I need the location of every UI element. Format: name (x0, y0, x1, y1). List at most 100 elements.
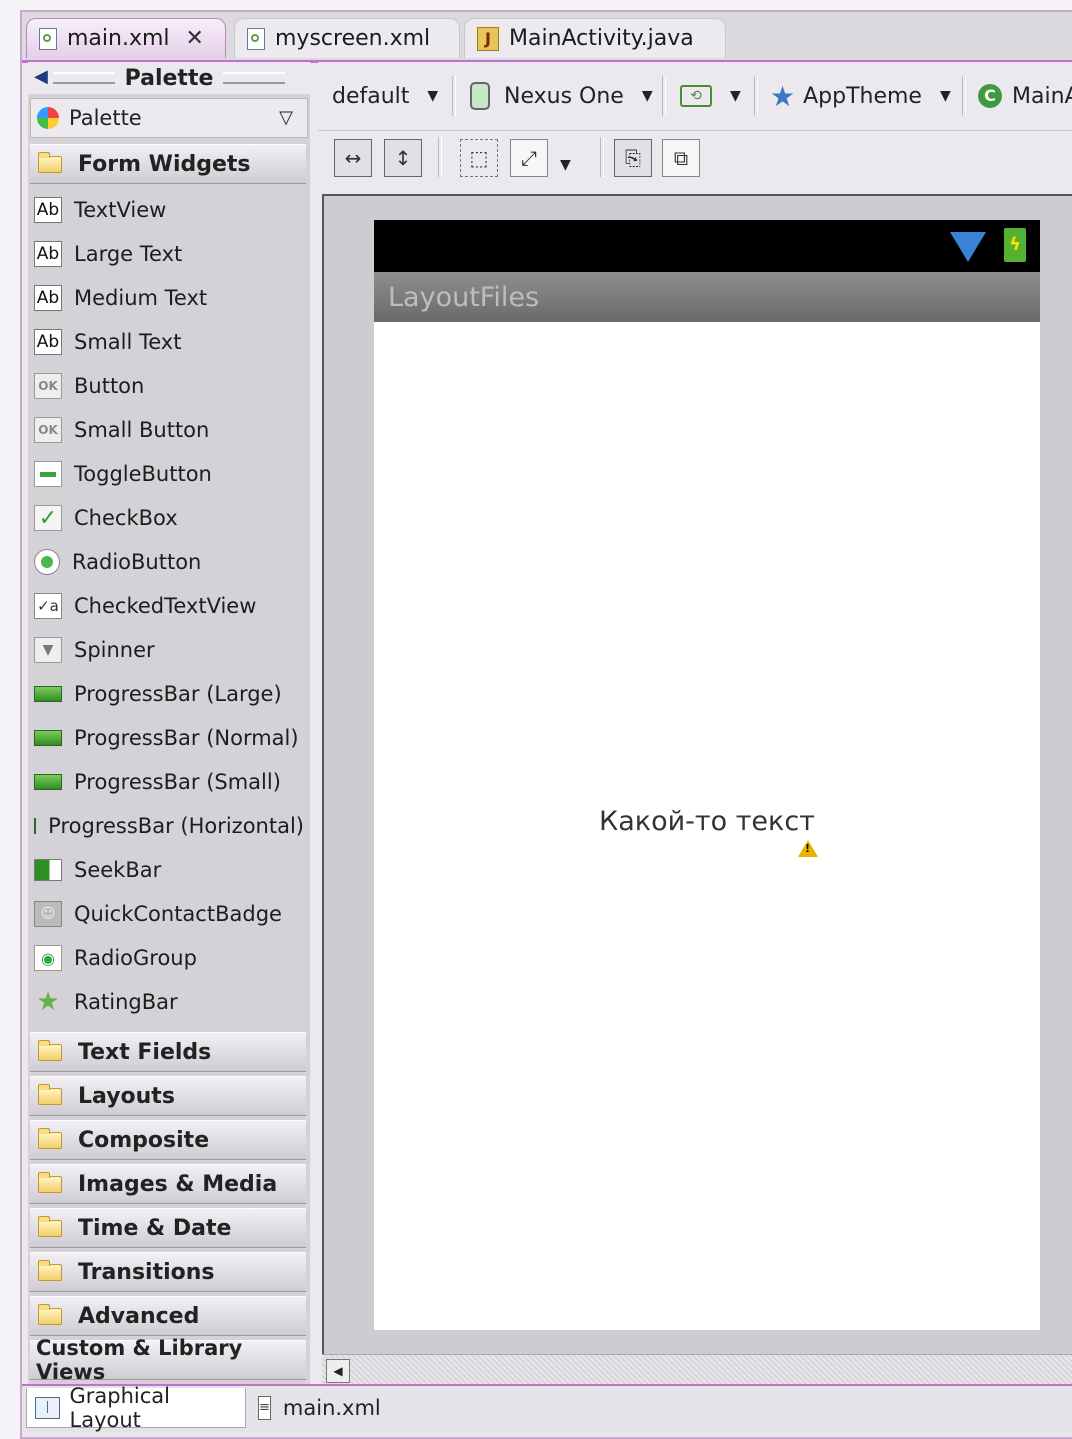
textview-content[interactable]: Какой-то текст (374, 806, 1040, 837)
widget-label: Spinner (74, 638, 155, 662)
category-form-widgets[interactable]: Form Widgets (30, 144, 306, 184)
category-layouts[interactable]: Layouts (30, 1076, 306, 1116)
spinner-icon: ▼ (34, 637, 62, 663)
vertical-arrows-icon: ↕ (394, 146, 412, 170)
close-icon[interactable]: ✕ (186, 26, 204, 51)
activity-icon: C (978, 84, 1002, 108)
widget-ratingbar[interactable]: ★ RatingBar (34, 982, 177, 1022)
layout-mode-button[interactable]: ⎘ (614, 139, 652, 177)
widget-label: Medium Text (74, 286, 208, 310)
widget-togglebutton[interactable]: ToggleButton (34, 454, 212, 494)
widget-spinner[interactable]: ▼ Spinner (34, 630, 155, 670)
widget-progressbar-large[interactable]: ProgressBar (Large) (34, 674, 282, 714)
tab-main-xml[interactable]: main.xml ✕ (26, 18, 226, 58)
widget-progressbar-horizontal[interactable]: ProgressBar (Horizontal) (34, 806, 304, 846)
tab-myscreen-xml[interactable]: myscreen.xml (234, 18, 460, 58)
theme-dropdown[interactable]: ★ AppTheme ▼ (770, 78, 951, 114)
widget-quickcontactbadge[interactable]: ☺ QuickContactBadge (34, 894, 282, 934)
category-composite[interactable]: Composite (30, 1120, 306, 1160)
xml-file-icon (247, 27, 265, 50)
fill-width-button[interactable]: ↔ (334, 139, 372, 177)
category-time-date[interactable]: Time & Date (30, 1208, 306, 1248)
collapse-arrow-icon[interactable]: ◀ (34, 66, 48, 87)
toolbar-separator (754, 76, 758, 116)
scroll-left-icon[interactable]: ◀ (326, 1359, 350, 1383)
category-label: Advanced (78, 1303, 200, 1329)
folder-icon (38, 1259, 62, 1281)
palette-selector-label: Palette (69, 106, 142, 130)
category-label: Transitions (78, 1259, 215, 1285)
show-bounds-button[interactable]: ⬚ (460, 139, 498, 177)
widget-checkbox[interactable]: ✓ CheckBox (34, 498, 178, 538)
fill-height-button[interactable]: ↕ (384, 139, 422, 177)
device-dropdown[interactable]: Nexus One ▼ (470, 78, 653, 114)
chevron-down-icon[interactable]: ▽ (279, 107, 293, 128)
ab-icon: Ab (34, 241, 62, 267)
category-advanced[interactable]: Advanced (30, 1296, 306, 1336)
category-label: Images & Media (78, 1171, 278, 1197)
orientation-dropdown[interactable]: ⟲ ▼ (680, 78, 741, 114)
activity-dropdown[interactable]: C MainA (978, 78, 1072, 114)
widget-label: RadioButton (72, 550, 202, 574)
widget-label: Large Text (74, 242, 183, 266)
app-title-bar: LayoutFiles (374, 272, 1040, 322)
refresh-icon: ⧉ (673, 146, 689, 170)
widget-medium-text[interactable]: Ab Medium Text (34, 278, 207, 318)
widget-radiobutton[interactable]: RadioButton (34, 542, 201, 582)
tab-label: main.xml (282, 1396, 381, 1420)
ok-button-icon: OK (34, 373, 62, 399)
chevron-down-icon: ▼ (641, 88, 653, 104)
widget-label: ToggleButton (74, 462, 212, 486)
category-images-media[interactable]: Images & Media (30, 1164, 306, 1204)
expand-icon: ⤢ (521, 146, 537, 170)
folder-icon (38, 1303, 62, 1325)
widget-button[interactable]: OK Button (34, 366, 144, 406)
chevron-down-icon: ▼ (730, 88, 741, 104)
widget-checkedtextview[interactable]: ✓a CheckedTextView (34, 586, 256, 626)
device-preview[interactable]: ϟ LayoutFiles Какой-то текст (374, 220, 1040, 1330)
chevron-down-icon: ▼ (560, 157, 571, 173)
folder-icon (38, 1083, 62, 1105)
widget-label: SeekBar (74, 858, 162, 882)
progressbar-icon (34, 818, 37, 834)
refresh-layout-button[interactable]: ⧉ (662, 139, 700, 177)
widget-textview[interactable]: Ab TextView (34, 190, 166, 230)
horizontal-scrollbar[interactable]: ◀ (322, 1354, 1072, 1385)
zoom-fit-button[interactable]: ⤢ (510, 139, 548, 177)
star-icon: ★ (770, 79, 796, 113)
widget-small-button[interactable]: OK Small Button (34, 410, 209, 450)
widget-small-text[interactable]: Ab Small Text (34, 322, 181, 362)
java-file-icon: J (477, 26, 499, 51)
tab-main-xml-source[interactable]: ≡ main.xml (250, 1388, 386, 1428)
widget-radiogroup[interactable]: ◉ RadioGroup (34, 938, 197, 978)
warning-icon[interactable] (798, 840, 818, 857)
toolbar-separator (438, 137, 442, 177)
tab-graphical-layout[interactable]: Graphical Layout (26, 1384, 246, 1432)
config-dropdown[interactable]: default ▼ (332, 78, 438, 114)
widget-label: QuickContactBadge (74, 902, 282, 926)
widget-seekbar[interactable]: SeekBar (34, 850, 161, 890)
zoom-dropdown[interactable]: ▼ (556, 147, 571, 183)
radio-icon (34, 549, 60, 575)
category-transitions[interactable]: Transitions (30, 1252, 306, 1292)
widget-progressbar-normal[interactable]: ProgressBar (Normal) (34, 718, 299, 758)
widget-large-text[interactable]: Ab Large Text (34, 234, 182, 274)
rotate-icon: ⟲ (680, 85, 712, 107)
progressbar-icon (34, 730, 62, 746)
category-text-fields[interactable]: Text Fields (30, 1032, 306, 1072)
progressbar-icon (34, 774, 62, 790)
status-bar: ϟ (374, 220, 1040, 272)
category-custom-library-views[interactable]: Custom & Library Views (30, 1336, 306, 1384)
palette-selector[interactable]: Palette ▽ (30, 98, 308, 138)
widget-label: Small Text (74, 330, 182, 354)
chevron-down-icon: ▼ (939, 88, 951, 104)
widget-progressbar-small[interactable]: ProgressBar (Small) (34, 762, 281, 802)
graphical-layout-icon (35, 1396, 60, 1419)
theme-label: AppTheme (803, 83, 922, 109)
folder-icon (38, 1039, 62, 1061)
progressbar-icon (34, 686, 62, 702)
tab-mainactivity-java[interactable]: J MainActivity.java (464, 18, 726, 58)
toggle-icon (34, 461, 62, 487)
folder-open-icon (38, 151, 62, 173)
palette-title: Palette (124, 65, 214, 91)
